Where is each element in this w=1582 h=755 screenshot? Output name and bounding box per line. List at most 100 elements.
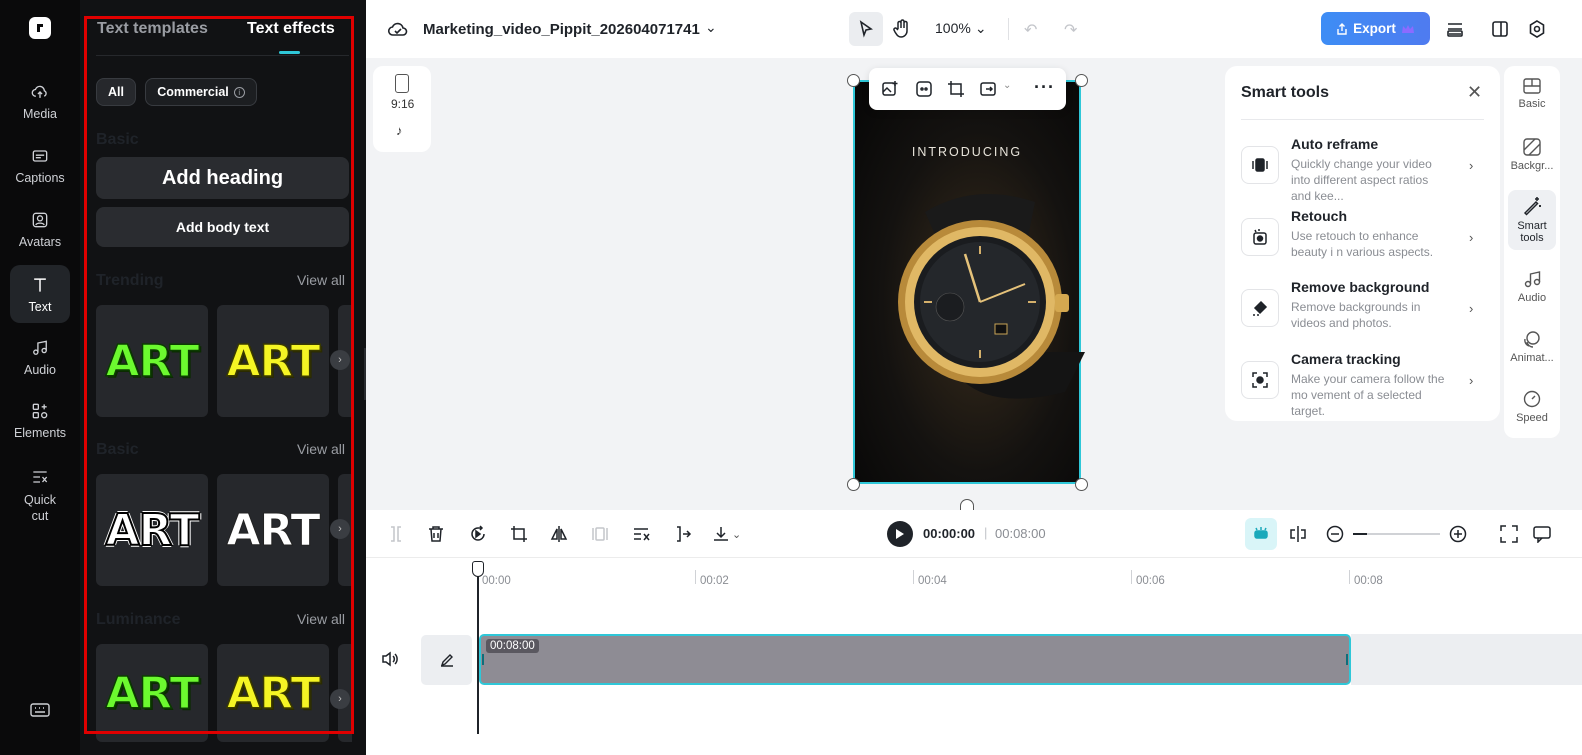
add-image-icon[interactable] bbox=[881, 80, 899, 103]
pencil-icon bbox=[440, 654, 453, 667]
rail-item-avatars[interactable]: Avatars bbox=[10, 200, 70, 258]
redo-icon[interactable]: ↷ bbox=[1064, 20, 1077, 40]
layers-icon[interactable] bbox=[1445, 19, 1465, 39]
more-options-icon[interactable]: ··· bbox=[1034, 77, 1055, 98]
smart-tool-remove-background[interactable]: Remove background Remove backgrounds in … bbox=[1241, 279, 1481, 339]
right-rail-label: Audio bbox=[1517, 292, 1547, 304]
crop-icon[interactable] bbox=[947, 80, 965, 103]
cloud-upload-icon bbox=[31, 85, 47, 98]
smart-tool-camera-tracking[interactable]: Camera tracking Make your camera follow … bbox=[1241, 351, 1481, 418]
view-all-basic-link[interactable]: View all bbox=[297, 441, 345, 457]
select-tool-button[interactable] bbox=[849, 12, 883, 46]
video-clip[interactable]: 00:08:00 bbox=[479, 634, 1351, 685]
effect-card[interactable]: ART bbox=[96, 644, 208, 742]
timeline-tick: 00:02 bbox=[700, 575, 729, 587]
chevron-down-icon[interactable]: ⌄ bbox=[705, 19, 717, 36]
rail-item-elements[interactable]: Elements bbox=[10, 391, 70, 449]
text-icon bbox=[34, 277, 46, 292]
filter-commercial-chip[interactable]: Commercial i bbox=[145, 78, 257, 106]
divider bbox=[1008, 18, 1009, 40]
ai-expand-icon[interactable] bbox=[915, 80, 933, 103]
view-all-luminance-link[interactable]: View all bbox=[297, 611, 345, 627]
right-rail-animation[interactable]: Animat... bbox=[1508, 330, 1556, 364]
resize-handle[interactable] bbox=[1075, 478, 1088, 491]
resize-handle[interactable] bbox=[1075, 74, 1088, 87]
tab-text-templates[interactable]: Text templates bbox=[97, 20, 208, 38]
undo-icon[interactable]: ↶ bbox=[1024, 20, 1037, 40]
panel-layout-icon[interactable] bbox=[1490, 19, 1510, 39]
right-rail-audio[interactable]: Audio bbox=[1508, 270, 1556, 304]
split-view-icon[interactable] bbox=[1289, 525, 1307, 548]
effect-card[interactable]: ART bbox=[217, 644, 329, 742]
delete-icon[interactable] bbox=[428, 525, 444, 548]
add-body-text-button[interactable]: Add body text bbox=[96, 207, 349, 247]
right-rail-smart-tools[interactable]: Smart tools bbox=[1508, 190, 1556, 250]
playhead[interactable] bbox=[477, 562, 479, 734]
zoom-slider[interactable] bbox=[1353, 533, 1440, 535]
chevron-down-icon: ⌄ bbox=[974, 20, 987, 36]
right-rail-speed[interactable]: Speed bbox=[1508, 390, 1556, 424]
zoom-out-icon[interactable] bbox=[1326, 525, 1344, 548]
replace-image-icon[interactable] bbox=[979, 80, 997, 103]
effect-card[interactable]: ART bbox=[96, 305, 208, 417]
chevron-down-icon: ⌄ bbox=[732, 528, 742, 541]
edit-cover-button[interactable] bbox=[421, 635, 472, 685]
crop-icon[interactable] bbox=[510, 525, 528, 548]
view-all-trending-link[interactable]: View all bbox=[297, 272, 345, 288]
scroll-right-arrow-icon[interactable]: › bbox=[330, 519, 350, 539]
trim-icon[interactable] bbox=[674, 525, 692, 548]
resize-handle[interactable] bbox=[847, 74, 860, 87]
resize-handle[interactable] bbox=[847, 478, 860, 491]
video-preview[interactable]: INTRODUCING bbox=[853, 80, 1085, 484]
chevron-down-icon[interactable]: ⌄ bbox=[1003, 80, 1011, 91]
effect-card[interactable]: ART bbox=[217, 474, 329, 586]
smart-tool-retouch[interactable]: Retouch Use retouch to enhance beauty i … bbox=[1241, 208, 1481, 268]
rail-item-captions[interactable]: Captions bbox=[10, 136, 70, 194]
elements-icon bbox=[32, 403, 48, 418]
split-icon[interactable] bbox=[388, 525, 404, 548]
smart-tools-panel: Smart tools ✕ Auto reframe Quickly chang… bbox=[1225, 66, 1500, 421]
rail-item-audio[interactable]: Audio bbox=[10, 328, 70, 386]
hand-tool-button[interactable] bbox=[890, 16, 914, 42]
close-icon[interactable]: ✕ bbox=[1467, 82, 1482, 103]
effect-card-art: ART bbox=[105, 667, 200, 720]
project-name[interactable]: Marketing_video_Pippit_202604071741 bbox=[423, 21, 700, 38]
effect-card[interactable]: ART bbox=[96, 474, 208, 586]
volume-icon[interactable] bbox=[381, 651, 399, 672]
zoom-dropdown[interactable]: 100% ⌄ bbox=[935, 20, 987, 37]
aspect-ratio-card[interactable]: 9:16 ♪ bbox=[373, 66, 431, 152]
smart-tool-desc: Use retouch to enhance beauty i n variou… bbox=[1291, 229, 1434, 259]
filter-all-chip[interactable]: All bbox=[96, 78, 136, 106]
magnet-snap-button[interactable] bbox=[1245, 518, 1277, 550]
rail-item-text[interactable]: Text bbox=[10, 265, 70, 323]
scroll-right-arrow-icon[interactable]: › bbox=[330, 350, 350, 370]
keyboard-icon[interactable] bbox=[30, 702, 50, 723]
clip-trim-handle-left[interactable] bbox=[482, 654, 484, 665]
add-heading-button[interactable]: Add heading bbox=[96, 157, 349, 199]
feedback-icon[interactable] bbox=[1533, 525, 1551, 548]
download-dropdown[interactable]: ⌄ bbox=[712, 525, 741, 543]
rotate-handle[interactable] bbox=[960, 499, 974, 510]
playhead-handle[interactable] bbox=[472, 561, 484, 577]
fullscreen-icon[interactable] bbox=[1500, 525, 1518, 548]
freeze-frame-icon[interactable] bbox=[592, 525, 608, 548]
right-rail-background[interactable]: Backgr... bbox=[1508, 138, 1556, 172]
export-label: Export bbox=[1353, 21, 1396, 36]
scroll-right-arrow-icon[interactable]: › bbox=[330, 689, 350, 709]
music-note-icon bbox=[33, 340, 47, 355]
quick-cut-icon[interactable] bbox=[632, 525, 652, 548]
clip-trim-handle-right[interactable] bbox=[1346, 654, 1348, 665]
app-logo[interactable] bbox=[29, 17, 51, 39]
right-rail-basic[interactable]: Basic bbox=[1508, 78, 1556, 110]
rail-item-media[interactable]: Media bbox=[10, 72, 70, 130]
mirror-icon[interactable] bbox=[550, 525, 568, 548]
rail-item-quick-cut[interactable]: Quick cut bbox=[10, 462, 70, 528]
export-button[interactable]: Export bbox=[1321, 12, 1430, 45]
settings-gear-icon[interactable] bbox=[1527, 19, 1547, 39]
effect-card[interactable]: ART bbox=[217, 305, 329, 417]
smart-tool-auto-reframe[interactable]: Auto reframe Quickly change your video i… bbox=[1241, 136, 1481, 203]
play-button[interactable] bbox=[887, 521, 913, 547]
replay-speed-icon[interactable] bbox=[469, 525, 487, 548]
tab-text-effects[interactable]: Text effects bbox=[247, 20, 335, 38]
zoom-in-icon[interactable] bbox=[1449, 525, 1467, 548]
